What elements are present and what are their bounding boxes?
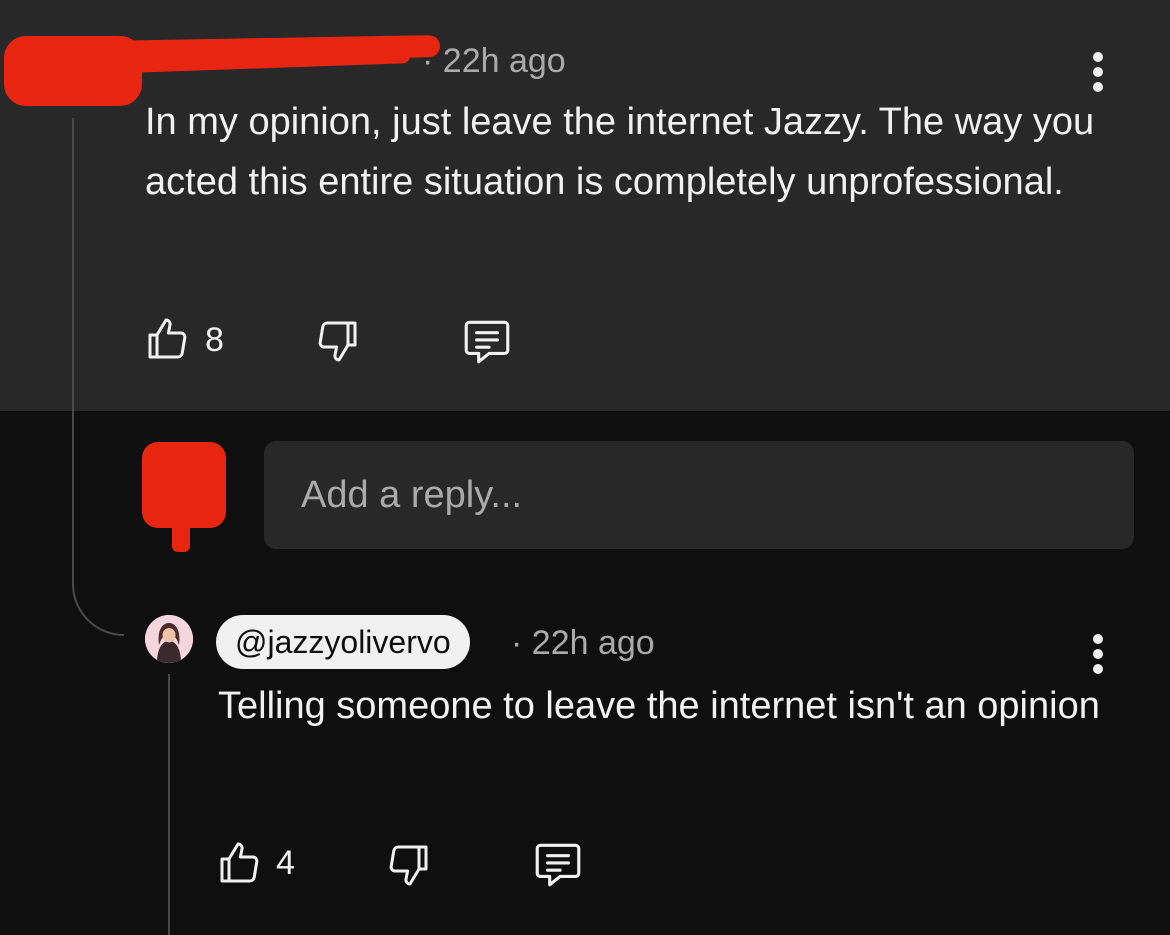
reply-dislike-button[interactable] <box>385 840 433 890</box>
comment-timestamp: · 22h ago <box>422 42 566 80</box>
reply-author-handle[interactable]: @jazzyolivervo <box>216 615 470 669</box>
avatar[interactable] <box>145 615 193 663</box>
comment-reply-button[interactable] <box>460 316 514 366</box>
comment-text: In my opinion, just leave the internet J… <box>145 101 1095 203</box>
thread-connector-line <box>72 118 124 636</box>
reply-like-button[interactable] <box>215 838 263 888</box>
reply-more-options-button[interactable] <box>1088 632 1108 676</box>
thumbs-up-icon <box>148 318 187 359</box>
thumbs-up-icon <box>220 842 259 883</box>
reply-text: Telling someone to leave the internet is… <box>218 685 1100 727</box>
reply-reply-button[interactable] <box>531 839 585 889</box>
reply-thread-line <box>168 674 170 935</box>
comment-more-options-button[interactable] <box>1088 50 1108 94</box>
reply-timestamp: · 22h ago <box>511 624 655 662</box>
add-reply-input[interactable] <box>264 441 1134 549</box>
comment-dislike-button[interactable] <box>314 316 362 366</box>
reply-comment-icon <box>464 320 510 364</box>
reply-comment-icon <box>535 843 581 887</box>
thumbs-down-icon <box>389 845 428 886</box>
comment-like-count: 8 <box>205 321 224 359</box>
reply-like-count: 4 <box>276 844 295 882</box>
thumbs-down-icon <box>318 321 357 362</box>
jazzy-avatar-image <box>145 615 193 663</box>
comment-like-button[interactable] <box>143 314 191 364</box>
